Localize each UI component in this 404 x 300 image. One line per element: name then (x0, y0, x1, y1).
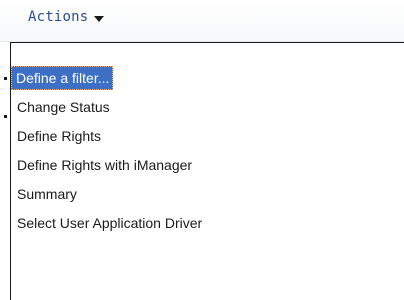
menu-item-define-rights[interactable]: Define Rights (11, 122, 404, 151)
menu-item-label: Define Rights (17, 128, 102, 144)
menu-item-label: Define Rights with iManager (17, 157, 193, 173)
menu-item-summary[interactable]: Summary (11, 180, 404, 209)
toolbar: Actions (0, 0, 404, 42)
chevron-down-icon (94, 15, 105, 22)
menu-item-define-rights-imanager[interactable]: Define Rights with iManager (11, 151, 404, 180)
list-bullet-mark (4, 77, 7, 80)
actions-menu-button[interactable]: Actions (28, 9, 105, 25)
menu-item-label: Change Status (17, 99, 110, 115)
menu-item-change-status[interactable]: Change Status (11, 93, 404, 122)
actions-menu-list: Define a filter... Change Status Define … (11, 64, 404, 238)
actions-dropdown-menu: Define a filter... Change Status Define … (10, 42, 404, 300)
list-bullet-mark (4, 115, 7, 118)
menu-item-label: Define a filter... (11, 66, 114, 90)
menu-item-label: Summary (17, 186, 77, 202)
menu-item-define-filter[interactable]: Define a filter... (11, 64, 404, 93)
menu-item-label: Select User Application Driver (17, 215, 203, 231)
actions-menu-label: Actions (28, 9, 89, 25)
menu-item-select-user-app-driver[interactable]: Select User Application Driver (11, 209, 404, 238)
